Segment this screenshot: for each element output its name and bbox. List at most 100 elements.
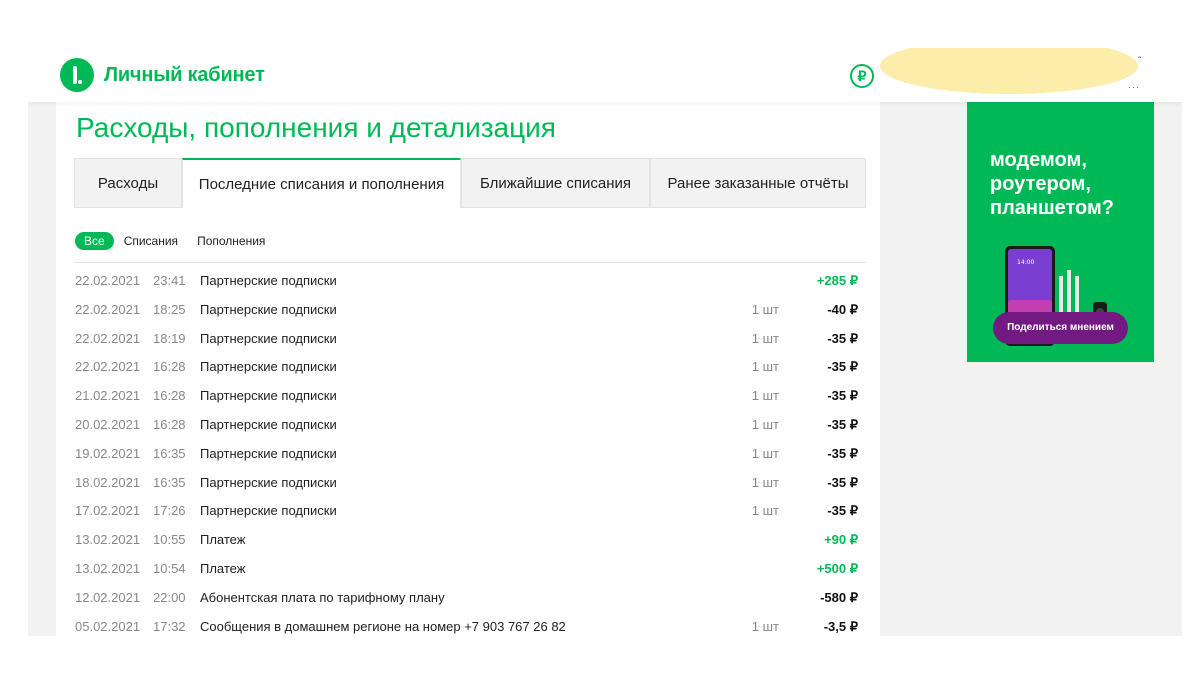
megafon-logo-icon[interactable] [60,58,94,92]
transaction-time: 23:41 [153,273,186,288]
transaction-description: Платеж [200,532,246,548]
transaction-amount: -580 ₽ [820,589,858,605]
transaction-row[interactable]: 18.02.2021 16:35 Партнерские подписки 1 шт -… [56,469,880,498]
tab-expenses[interactable]: Расходы [74,158,182,208]
top-header: Личный кабинет ₽ ˆ ··· [28,48,1182,102]
promo-text: модемом, роутером, планшетом? [990,148,1150,220]
transaction-date: 22.02.2021 [75,301,141,317]
tab-ordered-reports[interactable]: Ранее заказанные отчёты [650,158,866,208]
tab-recent-transactions[interactable]: Последние списания и пополнения [182,158,461,208]
transaction-amount: -35 ₽ [827,503,858,519]
transaction-time: 22:00 [153,589,186,605]
transaction-quantity: 1 шт [751,445,779,461]
transaction-row[interactable]: 21.02.2021 16:28 Партнерские подписки 1 шт -… [56,382,880,411]
transaction-amount: -35 ₽ [827,330,858,346]
transaction-amount: -3,5 ₽ [823,618,858,634]
logo-mark [73,66,77,84]
transaction-row[interactable]: 20.02.2021 16:28 Партнерские подписки 1 шт -… [56,411,880,440]
filter-all[interactable]: Все [75,232,114,250]
transaction-date: 22.02.2021 [75,359,141,375]
transaction-amount: -35 ₽ [827,388,858,404]
list-divider [74,262,866,263]
transaction-date: 13.02.2021 [75,560,141,576]
transaction-time: 16:28 [153,416,186,432]
transaction-description: Партнерские подписки [200,416,337,432]
transaction-row[interactable]: 22.02.2021 18:25 Партнерские подписки 1 шт -… [56,296,880,325]
transaction-amount: -40 ₽ [827,301,858,317]
transaction-amount: +285 ₽ [816,273,858,288]
transaction-date: 17.02.2021 [75,503,141,519]
filter-chips: Все Списания Пополнения [75,232,284,250]
transaction-row[interactable]: 17.02.2021 17:26 Партнерские подписки 1 шт -… [56,497,880,526]
transaction-time: 16:28 [153,359,186,375]
transaction-description: Партнерские подписки [200,474,337,490]
balance-ruble-icon[interactable]: ₽ [850,64,874,88]
transaction-time: 16:35 [153,445,186,461]
transaction-time: 17:26 [153,503,186,519]
transaction-description: Партнерские подписки [200,273,337,288]
transaction-time: 17:32 [153,618,186,634]
promo-line: роутером, [990,173,1091,195]
transaction-date: 18.02.2021 [75,474,141,490]
transaction-date: 21.02.2021 [75,388,141,404]
transaction-date: 05.02.2021 [75,618,141,634]
transaction-row[interactable]: 12.02.2021 22:00 Абонентская плата по тари… [56,584,880,613]
transaction-time: 16:35 [153,474,186,490]
brand-title[interactable]: Личный кабинет [104,64,265,87]
main-content: Расходы, пополнения и детализация Расход… [56,102,880,636]
transaction-amount: -35 ₽ [827,445,858,461]
transaction-row[interactable]: 22.02.2021 23:41 Партнерские подписки +285 … [56,267,880,296]
account-caret-icon[interactable]: ˆ [1138,56,1141,67]
transaction-row[interactable]: 19.02.2021 16:35 Партнерские подписки 1 шт -… [56,440,880,469]
transaction-description: Партнерские подписки [200,330,337,346]
transaction-list: 22.02.2021 23:41 Партнерские подписки +285 … [56,267,880,636]
page-title: Расходы, пополнения и детализация [76,112,556,143]
transaction-description: Партнерские подписки [200,445,337,461]
transaction-date: 13.02.2021 [75,532,141,548]
tab-bar: Расходы Последние списания и пополнения … [74,158,866,208]
transaction-description: Сообщения в домашнем регионе на номер +7… [200,618,566,634]
transaction-quantity: 1 шт [751,416,779,432]
transaction-quantity: 1 шт [751,301,779,317]
transaction-description: Партнерские подписки [200,388,337,404]
transaction-amount: -35 ₽ [827,416,858,432]
transaction-date: 12.02.2021 [75,589,141,605]
transaction-time: 10:54 [153,560,186,576]
transaction-description: Партнерские подписки [200,359,337,375]
transaction-amount: +500 ₽ [816,560,858,576]
transaction-quantity: 1 шт [751,359,779,375]
share-opinion-button[interactable]: Поделиться мнением [993,312,1128,344]
transaction-row[interactable]: 22.02.2021 18:19 Партнерские подписки 1 шт -… [56,325,880,354]
transaction-time: 16:28 [153,388,186,404]
transaction-date: 19.02.2021 [75,445,141,461]
filter-topups[interactable]: Пополнения [197,234,265,248]
transaction-amount: +90 ₽ [824,532,858,548]
transaction-time: 18:19 [153,330,186,346]
transaction-amount: -35 ₽ [827,474,858,490]
transaction-quantity: 1 шт [751,618,779,634]
transaction-time: 18:25 [153,301,186,317]
more-dots-icon[interactable]: ··· [1128,82,1140,92]
redacted-account-area [880,48,1138,94]
transaction-quantity: 1 шт [751,503,779,519]
transaction-date: 22.02.2021 [75,330,141,346]
promo-banner[interactable]: модемом, роутером, планшетом? 14:00 Поде… [967,90,1154,362]
logo-dot [78,80,82,84]
transaction-quantity: 1 шт [751,388,779,404]
filter-charges[interactable]: Списания [124,234,178,248]
transaction-row[interactable]: 05.02.2021 17:32 Сообщения в домашнем реги… [56,613,880,636]
transaction-description: Платеж [200,560,246,576]
page-frame: Личный кабинет ₽ ˆ ··· Расходы, пополнен… [28,48,1182,636]
transaction-date: 20.02.2021 [75,416,141,432]
transaction-row[interactable]: 13.02.2021 10:54 Платеж +500 ₽ [56,555,880,584]
tab-upcoming-charges[interactable]: Ближайшие списания [461,158,650,208]
transaction-time: 10:55 [153,532,186,548]
transaction-description: Партнерские подписки [200,503,337,519]
tablet-clock: 14:00 [1017,259,1034,266]
promo-line: планшетом? [990,197,1115,219]
transaction-row[interactable]: 22.02.2021 16:28 Партнерские подписки 1 шт -… [56,353,880,382]
transaction-description: Абонентская плата по тарифному плану [200,589,445,605]
transaction-row[interactable]: 13.02.2021 10:55 Платеж +90 ₽ [56,526,880,555]
transaction-description: Партнерские подписки [200,301,337,317]
transaction-date: 22.02.2021 [75,273,141,288]
